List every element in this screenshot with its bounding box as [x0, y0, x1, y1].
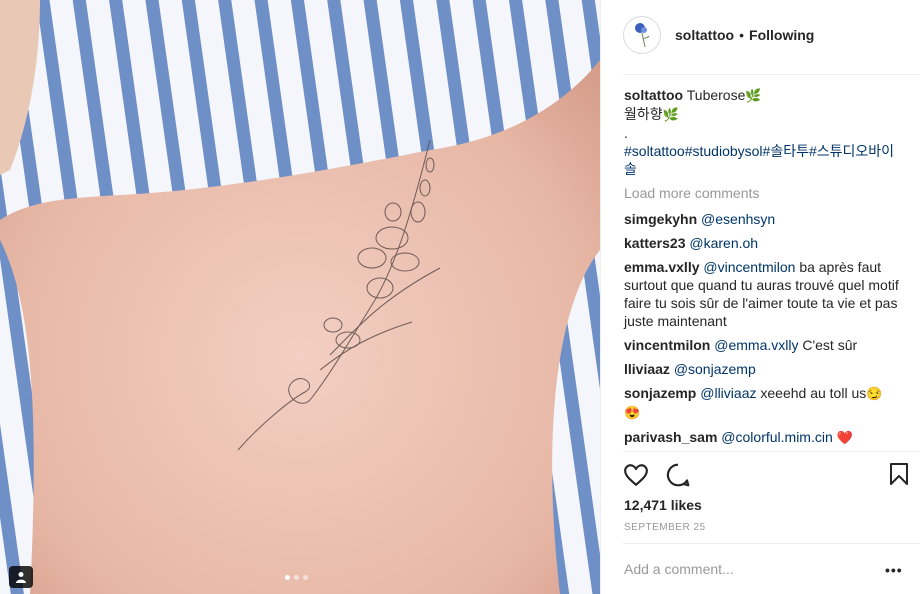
comment-username[interactable]: vincentmilon [624, 337, 710, 353]
comment-mention[interactable]: @emma.vxlly [714, 337, 798, 353]
user-tag-icon [16, 572, 26, 583]
comment-mention[interactable]: @karen.oh [689, 235, 758, 251]
post-actions [623, 462, 913, 490]
caption-username[interactable]: soltattoo [624, 87, 683, 103]
likes-count[interactable]: 12,471 likes [624, 497, 702, 513]
post-photo[interactable] [0, 0, 600, 594]
comment-item: sonjazemp @lliviaaz xeeehd au toll us😏 😍 [624, 384, 904, 422]
caption-hashtags[interactable]: #soltattoo#studiobysol#솔타투#스튜디오바이솔 [624, 142, 904, 178]
comment-bubble-icon[interactable] [665, 462, 691, 488]
caption-text: Tuberose [686, 87, 746, 103]
more-options-button[interactable]: ••• [885, 562, 903, 578]
heart-eyes-emoji: 😍 [624, 405, 641, 420]
comment-username[interactable]: lliviaaz [624, 361, 670, 377]
caption: soltattoo Tuberose🌿 월하향🌿 . #soltattoo#st… [624, 86, 904, 178]
comment-item: emma.vxlly @vincentmilon ba après faut s… [624, 258, 904, 330]
actions-divider [623, 451, 920, 452]
bookmark-icon[interactable] [889, 462, 909, 486]
carousel-dot[interactable] [294, 575, 299, 580]
comment-mention[interactable]: @sonjazemp [674, 361, 756, 377]
post-sidebar: soltattoo • Following soltattoo Tuberose… [600, 0, 920, 594]
leaf-emoji: 🌿 [662, 107, 679, 122]
comment-username[interactable]: emma.vxlly [624, 259, 700, 275]
post-date: SEPTEMBER 25 [624, 522, 706, 533]
avatar[interactable] [623, 16, 661, 54]
add-comment-input[interactable]: Add a comment... [624, 561, 734, 577]
comment-box-divider [623, 543, 920, 544]
carousel-dot[interactable] [303, 575, 308, 580]
header-separator: • [739, 27, 745, 43]
comment-username[interactable]: katters23 [624, 235, 686, 251]
post-header: soltattoo • Following [623, 15, 899, 55]
carousel-dot-active[interactable] [285, 575, 290, 580]
comment-text: C'est sûr [802, 337, 858, 353]
comment-item: vincentmilon @emma.vxlly C'est sûr [624, 336, 904, 354]
tattoo-photo-image [0, 0, 600, 594]
load-more-comments-button[interactable]: Load more comments [624, 184, 904, 202]
comment-mention[interactable]: @colorful.mim.cin [721, 429, 832, 445]
comment-list: soltattoo Tuberose🌿 월하향🌿 . #soltattoo#st… [624, 86, 904, 453]
comment-text: xeeehd au toll us [760, 385, 867, 401]
following-button[interactable]: Following [749, 27, 814, 43]
flower-logo-icon [635, 23, 650, 48]
comment-mention[interactable]: @vincentmilon [703, 259, 795, 275]
comment-item: katters23 @karen.oh [624, 234, 904, 252]
user-tag-button[interactable] [9, 566, 33, 588]
comment-username[interactable]: sonjazemp [624, 385, 696, 401]
post-author-username[interactable]: soltattoo [675, 27, 734, 43]
comment-username[interactable]: parivash_sam [624, 429, 717, 445]
leaf-emoji: 🌿 [745, 88, 762, 103]
smiling-emoji: 😏 [866, 386, 883, 401]
comment-item: parivash_sam @colorful.mim.cin ❤️ [624, 428, 904, 447]
comment-item: lliviaaz @sonjazemp [624, 360, 904, 378]
heart-outline-icon[interactable] [623, 462, 649, 488]
comment-mention[interactable]: @esenhsyn [701, 211, 775, 227]
red-heart-emoji: ❤️ [836, 430, 853, 445]
header-divider [623, 74, 920, 75]
caption-line-3: . [624, 125, 628, 141]
comment-mention[interactable]: @lliviaaz [700, 385, 756, 401]
caption-line-2: 월하향 [624, 106, 663, 122]
carousel-indicator[interactable] [285, 575, 308, 580]
comment-item: simgekyhn @esenhsyn [624, 210, 904, 228]
comment-username[interactable]: simgekyhn [624, 211, 697, 227]
